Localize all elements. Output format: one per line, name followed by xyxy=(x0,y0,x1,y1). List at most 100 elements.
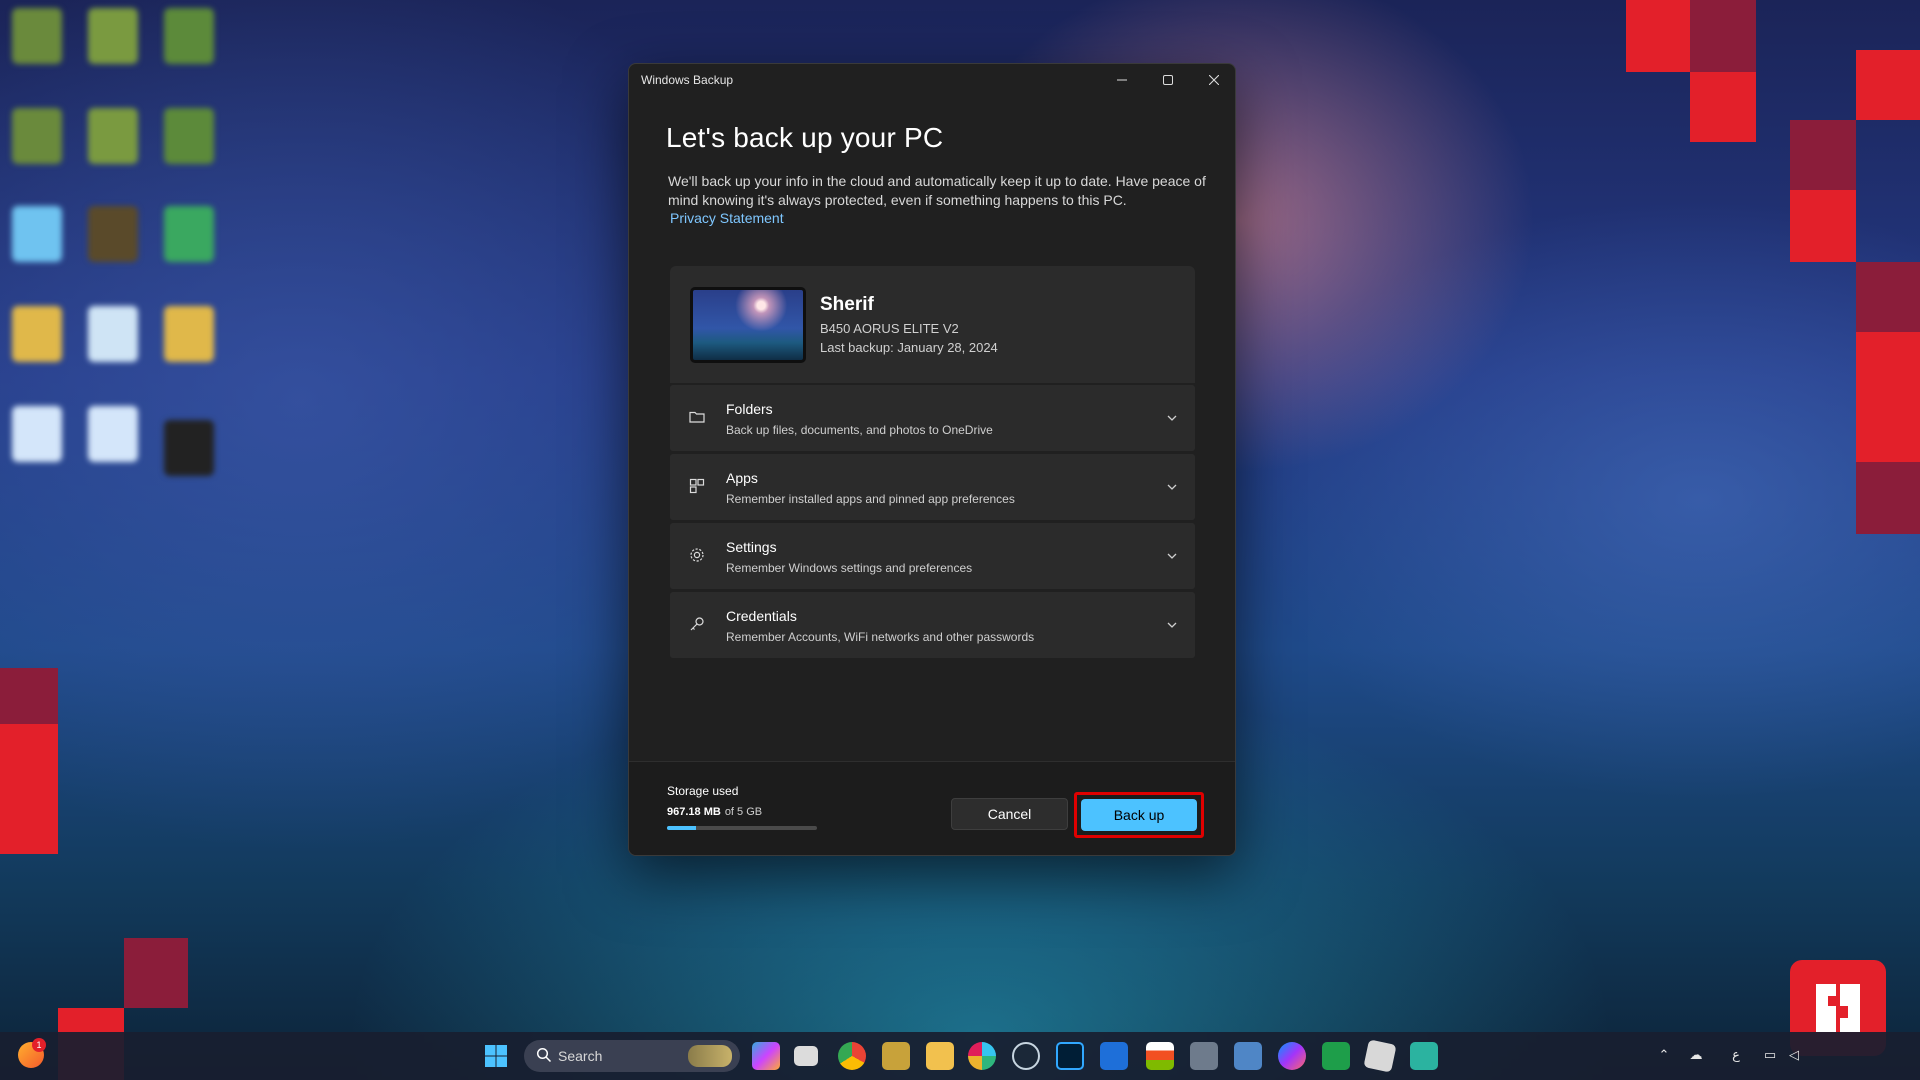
storage-label: Storage used xyxy=(667,784,739,798)
decor-block xyxy=(0,724,58,854)
decor-block xyxy=(1856,462,1920,534)
file-explorer-icon[interactable] xyxy=(926,1042,954,1070)
video-editor-icon[interactable] xyxy=(1100,1042,1128,1070)
desktop-shortcut-icon[interactable] xyxy=(88,108,138,164)
section-folders[interactable]: Folders Back up files, documents, and ph… xyxy=(670,385,1195,451)
device-name: Sherif xyxy=(820,294,874,315)
chevron-up-icon[interactable]: ⌃ xyxy=(1656,1047,1672,1063)
start-windows-icon[interactable] xyxy=(482,1042,510,1070)
cancel-button[interactable]: Cancel xyxy=(951,798,1068,830)
language-icon[interactable]: ع xyxy=(1728,1047,1744,1063)
desktop-shortcut-icon[interactable] xyxy=(164,206,214,262)
privacy-statement-link[interactable]: Privacy Statement xyxy=(670,210,784,226)
device-card: Sherif B450 AORUS ELITE V2 Last backup: … xyxy=(670,266,1195,383)
decor-block xyxy=(1690,72,1756,142)
chevron-down-icon[interactable] xyxy=(1165,618,1179,632)
section-subtitle: Back up files, documents, and photos to … xyxy=(726,423,993,437)
chevron-down-icon[interactable] xyxy=(1165,480,1179,494)
desktop-icons xyxy=(0,0,230,500)
decor-block xyxy=(1690,0,1756,72)
decor-block xyxy=(1790,120,1856,190)
windows-backup-dialog: Windows Backup Let's back up your PC We'… xyxy=(628,63,1236,856)
section-subtitle: Remember Accounts, WiFi networks and oth… xyxy=(726,630,1035,644)
device-model: B450 AORUS ELITE V2 xyxy=(820,321,959,336)
taskbar-search[interactable]: Search xyxy=(524,1040,740,1072)
device-wallpaper-thumbnail xyxy=(690,287,806,363)
desktop-shortcut-icon[interactable] xyxy=(12,206,62,262)
search-icon xyxy=(536,1047,552,1063)
section-credentials[interactable]: Credentials Remember Accounts, WiFi netw… xyxy=(670,592,1195,658)
decor-block xyxy=(1856,332,1920,462)
storage-value: 967.18 MB of 5 GB xyxy=(667,806,762,818)
section-subtitle: Remember installed apps and pinned app p… xyxy=(726,492,1015,506)
maximize-button[interactable] xyxy=(1145,64,1191,96)
last-backup-text: Last backup: January 28, 2024 xyxy=(820,340,998,355)
decor-block xyxy=(1790,190,1856,262)
storage-progress-bar xyxy=(667,826,817,830)
description-text: We'll back up your info in the cloud and… xyxy=(668,173,1206,208)
desktop-shortcut-icon[interactable] xyxy=(164,108,214,164)
game-app-icon[interactable] xyxy=(1322,1042,1350,1070)
chevron-down-icon[interactable] xyxy=(1165,411,1179,425)
decor-block xyxy=(124,938,188,1008)
copilot-icon[interactable] xyxy=(752,1042,780,1070)
storage-progress-fill xyxy=(667,826,696,830)
taskbar: 1 Search ⌃ ☁ ع ▭ ◁ xyxy=(0,1032,1920,1080)
notification-badge: 1 xyxy=(32,1038,46,1052)
slack-icon[interactable] xyxy=(968,1042,996,1070)
photos-icon[interactable] xyxy=(1234,1042,1262,1070)
section-apps[interactable]: Apps Remember installed apps and pinned … xyxy=(670,454,1195,520)
league-app-icon[interactable] xyxy=(882,1042,910,1070)
decor-block xyxy=(1856,262,1920,332)
highlight-box: Back up xyxy=(1074,792,1204,838)
desktop-shortcut-icon[interactable] xyxy=(164,420,214,476)
section-subtitle: Remember Windows settings and preference… xyxy=(726,561,973,575)
dialog-footer: Storage used 967.18 MB of 5 GB Cancel Bac… xyxy=(629,761,1235,855)
section-title: Credentials xyxy=(726,608,797,624)
network-icon[interactable]: ▭ xyxy=(1762,1047,1778,1063)
decor-block xyxy=(0,668,58,724)
folder-icon xyxy=(689,411,705,423)
section-title: Folders xyxy=(726,401,773,417)
steam-icon[interactable] xyxy=(1012,1042,1040,1070)
photoshop-icon[interactable] xyxy=(1056,1042,1084,1070)
logo-mark-icon xyxy=(1816,984,1860,1032)
chrome-icon[interactable] xyxy=(838,1042,866,1070)
desktop-shortcut-icon[interactable] xyxy=(88,206,138,262)
close-button[interactable] xyxy=(1191,64,1235,96)
section-title: Apps xyxy=(726,470,758,486)
decor-block xyxy=(1856,50,1920,120)
back-up-button[interactable]: Back up xyxy=(1081,799,1197,831)
storage-total: of 5 GB xyxy=(724,806,763,818)
key-icon xyxy=(690,617,704,631)
desktop-shortcut-icon[interactable] xyxy=(12,108,62,164)
desktop-shortcut-icon[interactable] xyxy=(88,406,138,462)
desktop-shortcut-icon[interactable] xyxy=(164,8,214,64)
minimize-icon xyxy=(1117,79,1127,81)
windows-backup-taskbar-icon[interactable] xyxy=(1410,1042,1438,1070)
task-view-icon[interactable] xyxy=(794,1046,818,1066)
onedrive-icon[interactable]: ☁ xyxy=(1688,1047,1704,1063)
messenger-icon[interactable] xyxy=(1278,1042,1306,1070)
title-bar[interactable]: Windows Backup xyxy=(629,64,1235,96)
apps-icon xyxy=(689,478,705,494)
desktop-shortcut-icon[interactable] xyxy=(12,8,62,64)
app-title: Windows Backup xyxy=(641,73,734,87)
microsoft-store-icon[interactable] xyxy=(1146,1042,1174,1070)
search-placeholder: Search xyxy=(558,1048,603,1064)
decor-block xyxy=(1626,0,1690,72)
minimize-button[interactable] xyxy=(1099,64,1145,96)
desktop-shortcut-icon[interactable] xyxy=(88,306,138,362)
chevron-down-icon[interactable] xyxy=(1165,549,1179,563)
section-settings[interactable]: Settings Remember Windows settings and p… xyxy=(670,523,1195,589)
desktop-shortcut-icon[interactable] xyxy=(12,406,62,462)
page-title: Let's back up your PC xyxy=(666,122,944,153)
storage-used: 967.18 MB xyxy=(667,806,721,818)
section-title: Settings xyxy=(726,539,777,555)
folder-icon[interactable] xyxy=(164,306,214,362)
volume-icon[interactable]: ◁ xyxy=(1786,1047,1802,1063)
roblox-icon[interactable] xyxy=(1363,1039,1397,1073)
calculator-icon[interactable] xyxy=(1190,1042,1218,1070)
desktop-shortcut-icon[interactable] xyxy=(88,8,138,64)
folder-icon[interactable] xyxy=(12,306,62,362)
